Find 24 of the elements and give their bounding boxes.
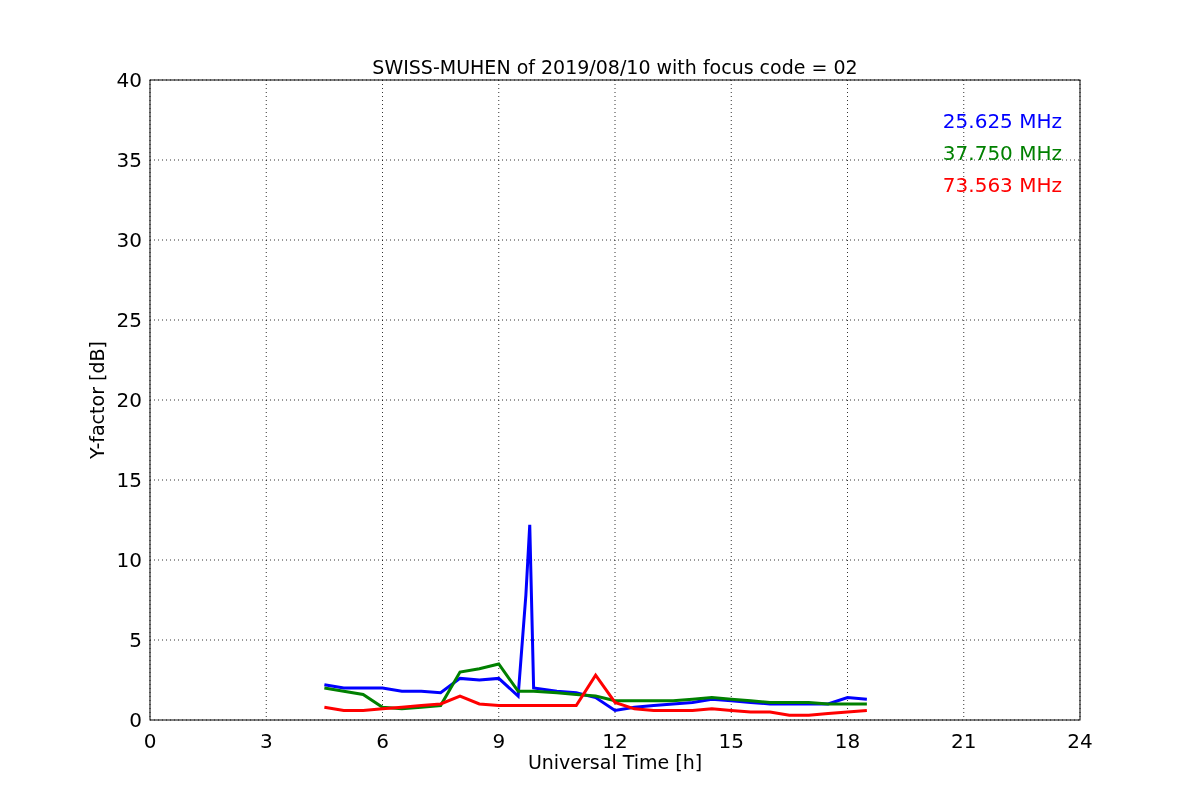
y-tick-label: 20 [116, 388, 142, 412]
x-tick-label: 3 [259, 729, 273, 753]
x-tick-label: 12 [602, 729, 628, 753]
y-tick-label: 5 [129, 628, 142, 652]
y-tick-label: 25 [116, 308, 142, 332]
x-tick-label: 9 [492, 729, 506, 753]
y-tick-label: 15 [116, 468, 142, 492]
x-tick-label: 21 [951, 729, 977, 753]
y-tick-label: 10 [116, 548, 142, 572]
y-axis-label: Y-factor [dB] [86, 341, 108, 459]
legend-label: 25.625 MHz [942, 109, 1062, 133]
y-tick-label: 35 [116, 148, 142, 172]
legend-label: 37.750 MHz [942, 141, 1062, 165]
legend-label: 73.563 MHz [942, 173, 1062, 197]
chart-title: SWISS-MUHEN of 2019/08/10 with focus code = 02 [372, 56, 858, 78]
x-tick-label: 18 [834, 729, 861, 753]
x-axis-label: Universal Time [h] [527, 751, 703, 773]
x-tick-label: 15 [718, 729, 744, 753]
y-tick-label: 30 [116, 228, 142, 252]
x-tick-label: 6 [376, 729, 389, 753]
y-tick-label: 0 [129, 708, 142, 732]
y-tick-label: 40 [116, 68, 142, 92]
x-tick-label: 0 [143, 729, 157, 753]
x-tick-label: 24 [1067, 729, 1093, 753]
